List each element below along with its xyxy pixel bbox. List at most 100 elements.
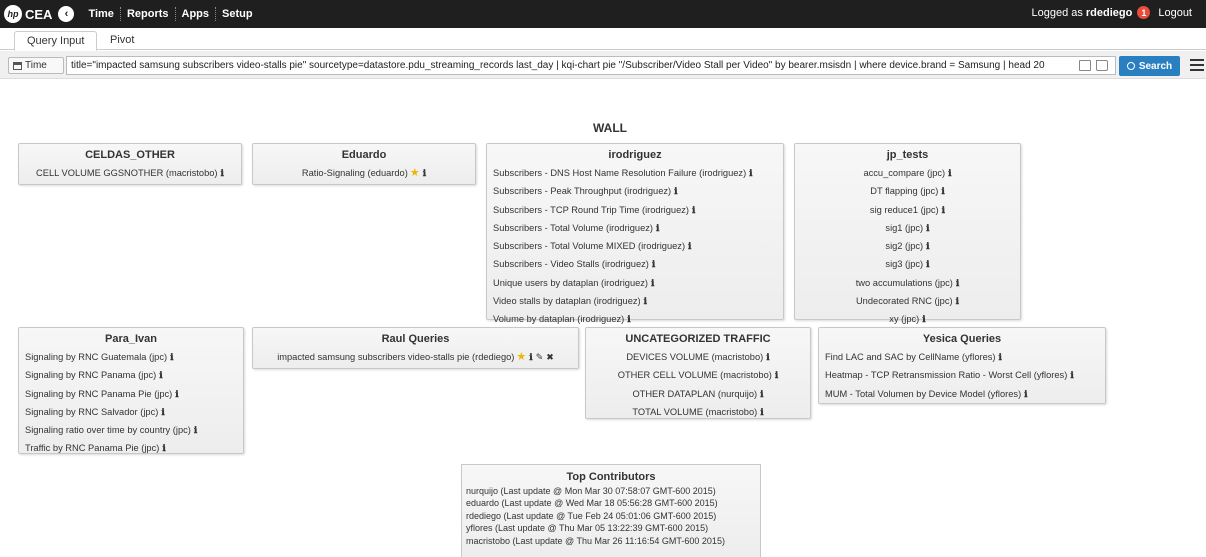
wall-query-item[interactable]: Signaling by RNC Panama (jpc) ℹ bbox=[25, 367, 243, 385]
menu-setup[interactable]: Setup bbox=[216, 8, 259, 20]
wall-query-item[interactable]: Heatmap - TCP Retransmission Ratio - Wor… bbox=[825, 367, 1105, 385]
query-input[interactable] bbox=[66, 56, 1116, 75]
chevron-left-icon[interactable]: ‹ bbox=[58, 6, 75, 22]
wall-panel: irodriguez Subscribers - DNS Host Name R… bbox=[486, 143, 784, 325]
info-icon[interactable]: ℹ bbox=[775, 368, 778, 385]
info-icon[interactable]: ℹ bbox=[656, 221, 659, 238]
tab-pivot[interactable]: Pivot bbox=[98, 31, 146, 51]
wall-query-item[interactable]: CELL VOLUME GGSNOTHER (macristobo) ℹ bbox=[19, 165, 241, 183]
info-icon[interactable]: ℹ bbox=[194, 423, 197, 440]
wall-query-item[interactable]: Find LAC and SAC by CellName (yflores) ℹ bbox=[825, 349, 1105, 367]
info-icon[interactable]: ℹ bbox=[644, 294, 647, 311]
info-icon[interactable]: ℹ bbox=[175, 387, 178, 404]
query-item-label: Traffic by RNC Panama Pie (jpc) bbox=[25, 443, 160, 454]
info-icon[interactable]: ℹ bbox=[926, 257, 929, 274]
info-icon[interactable]: ℹ bbox=[760, 387, 763, 404]
notification-badge[interactable]: 1 bbox=[1137, 6, 1151, 19]
info-icon[interactable]: ℹ bbox=[766, 350, 769, 367]
wall-query-item[interactable]: Subscribers - Total Volume (irodriguez) ℹ bbox=[493, 220, 783, 238]
menu-apps[interactable]: Apps bbox=[176, 8, 216, 20]
save-icon[interactable] bbox=[1079, 60, 1091, 71]
info-icon[interactable]: ℹ bbox=[999, 350, 1002, 367]
wall-query-item[interactable]: OTHER DATAPLAN (nurquijo) ℹ bbox=[586, 386, 810, 404]
wall-query-item[interactable]: Subscribers - Total Volume MIXED (irodri… bbox=[493, 238, 783, 256]
wall-query-item[interactable]: Signaling by RNC Panama Pie (jpc) ℹ bbox=[25, 386, 243, 404]
hamburger-menu-icon[interactable] bbox=[1190, 59, 1204, 71]
query-item-label: OTHER DATAPLAN (nurquijo) bbox=[632, 388, 758, 399]
main-menu: Time Reports Apps Setup bbox=[82, 7, 258, 21]
info-icon[interactable]: ℹ bbox=[1070, 368, 1073, 385]
panel-title: Eduardo bbox=[341, 149, 387, 161]
wall-query-item[interactable]: Traffic by RNC Panama Pie (jpc) ℹ bbox=[25, 440, 243, 458]
search-button[interactable]: Search bbox=[1119, 56, 1180, 76]
wall-query-item[interactable]: impacted samsung subscribers video-stall… bbox=[253, 349, 578, 367]
time-button[interactable]: Time bbox=[8, 57, 64, 74]
panel-title: UNCATEGORIZED TRAFFIC bbox=[625, 333, 771, 345]
logged-as-label: Logged as bbox=[1031, 6, 1083, 19]
wall-query-item[interactable]: Signaling ratio over time by country (jp… bbox=[25, 422, 243, 440]
menu-time[interactable]: Time bbox=[82, 8, 119, 20]
info-icon[interactable]: ℹ bbox=[956, 294, 959, 311]
info-icon[interactable]: ℹ bbox=[1024, 387, 1027, 404]
info-icon[interactable]: ℹ bbox=[652, 257, 655, 274]
info-icon[interactable]: ℹ bbox=[941, 184, 944, 201]
info-icon[interactable]: ℹ bbox=[159, 368, 162, 385]
favorite-star-icon[interactable]: ★ bbox=[516, 351, 526, 363]
delete-x-icon[interactable]: ✖ bbox=[546, 352, 554, 362]
info-icon[interactable]: ℹ bbox=[674, 184, 677, 201]
wall-query-item[interactable]: OTHER CELL VOLUME (macristobo) ℹ bbox=[586, 367, 810, 385]
logout-link[interactable]: Logout bbox=[1158, 7, 1192, 19]
wall-query-item[interactable]: Video stalls by dataplan (irodriguez) ℹ bbox=[493, 293, 783, 311]
wall-panel: Eduardo Ratio-Signaling (eduardo) ★ ℹ bbox=[252, 143, 476, 185]
info-icon[interactable]: ℹ bbox=[926, 239, 929, 256]
edit-pencil-icon[interactable]: ✎ bbox=[536, 352, 544, 362]
wall-query-item[interactable]: two accumulations (jpc) ℹ bbox=[795, 275, 1020, 293]
query-item-label: Signaling by RNC Panama (jpc) bbox=[25, 370, 157, 381]
info-icon[interactable]: ℹ bbox=[692, 203, 695, 220]
wall-query-item[interactable]: TOTAL VOLUME (macristobo) ℹ bbox=[586, 404, 810, 422]
wall-query-item[interactable]: Signaling by RNC Guatemala (jpc) ℹ bbox=[25, 349, 243, 367]
wall-query-item[interactable]: DEVICES VOLUME (macristobo) ℹ bbox=[586, 349, 810, 367]
wall-query-item[interactable]: Signaling by RNC Salvador (jpc) ℹ bbox=[25, 404, 243, 422]
info-icon[interactable]: ℹ bbox=[760, 405, 763, 422]
query-item-label: MUM - Total Volumen by Device Model (yfl… bbox=[825, 388, 1022, 399]
wall-query-item[interactable]: accu_compare (jpc) ℹ bbox=[795, 165, 1020, 183]
app-logo[interactable]: hp CEA ‹ Time Reports Apps Setup bbox=[4, 4, 259, 24]
info-icon[interactable]: ℹ bbox=[529, 350, 532, 367]
wall-query-item[interactable]: Ratio-Signaling (eduardo) ★ ℹ bbox=[253, 165, 475, 183]
panel-list: DEVICES VOLUME (macristobo) ℹ OTHER CELL V… bbox=[586, 349, 810, 422]
wall-query-item[interactable]: Subscribers - Video Stalls (irodriguez) ℹ bbox=[493, 256, 783, 274]
menu-reports[interactable]: Reports bbox=[121, 8, 175, 20]
username[interactable]: rdediego bbox=[1086, 7, 1132, 19]
wall-query-item[interactable]: Subscribers - TCP Round Trip Time (irodr… bbox=[493, 202, 783, 220]
info-icon[interactable]: ℹ bbox=[170, 350, 173, 367]
wall-query-item[interactable]: DT flapping (jpc) ℹ bbox=[795, 183, 1020, 201]
query-item-label: Ratio-Signaling (eduardo) bbox=[301, 168, 408, 178]
info-icon[interactable]: ℹ bbox=[162, 441, 165, 458]
info-icon[interactable]: ℹ bbox=[688, 239, 691, 256]
wall-query-item[interactable]: Subscribers - Peak Throughput (irodrigue… bbox=[493, 183, 783, 201]
wall-query-item[interactable]: sig2 (jpc) ℹ bbox=[795, 238, 1020, 256]
wall-query-item[interactable]: sig1 (jpc) ℹ bbox=[795, 220, 1020, 238]
wall-query-item[interactable]: Unique users by dataplan (irodriguez) ℹ bbox=[493, 275, 783, 293]
wall-query-item[interactable]: Subscribers - DNS Host Name Resolution F… bbox=[493, 165, 783, 183]
wall-query-item[interactable]: sig3 (jpc) ℹ bbox=[795, 256, 1020, 274]
wall-query-item[interactable]: Undecorated RNC (jpc) ℹ bbox=[795, 293, 1020, 311]
info-icon[interactable]: ℹ bbox=[423, 166, 426, 183]
query-item-label: Signaling by RNC Salvador (jpc) bbox=[25, 406, 159, 417]
info-icon[interactable]: ℹ bbox=[221, 166, 224, 183]
wall-query-item[interactable]: MUM - Total Volumen by Device Model (yfl… bbox=[825, 386, 1105, 404]
info-icon[interactable]: ℹ bbox=[926, 221, 929, 238]
query-item-label: impacted samsung subscribers video-stall… bbox=[277, 352, 515, 362]
info-icon[interactable]: ℹ bbox=[161, 405, 164, 422]
favorite-star-icon[interactable]: ★ bbox=[410, 167, 420, 179]
tab-query-input[interactable]: Query Input bbox=[14, 31, 98, 51]
info-icon[interactable]: ℹ bbox=[948, 166, 951, 183]
info-icon[interactable]: ℹ bbox=[956, 276, 959, 293]
info-icon[interactable]: ℹ bbox=[651, 276, 654, 293]
info-icon[interactable]: ℹ bbox=[749, 166, 752, 183]
query-item-label: OTHER CELL VOLUME (macristobo) bbox=[617, 370, 772, 381]
info-icon[interactable]: ℹ bbox=[942, 203, 945, 220]
wall-query-item[interactable]: sig reduce1 (jpc) ℹ bbox=[795, 202, 1020, 220]
folder-open-icon[interactable] bbox=[1096, 60, 1108, 71]
